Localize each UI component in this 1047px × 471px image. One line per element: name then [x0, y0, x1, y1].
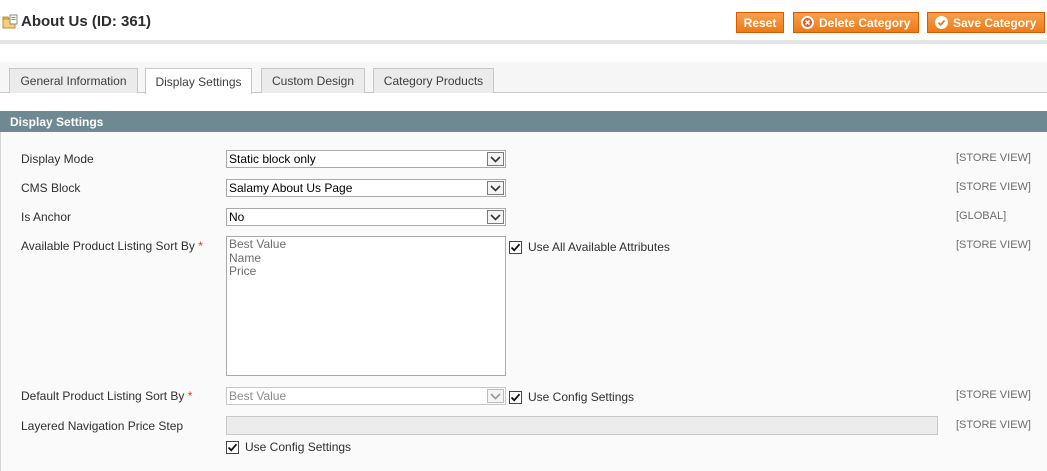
delete-button-label: Delete Category [819, 15, 911, 30]
default-sort-by-label-text: Default Product Listing Sort By [21, 389, 185, 403]
default-sort-use-config-label: Use Config Settings [528, 390, 635, 404]
section-title: Display Settings [10, 114, 104, 129]
price-step-use-config-checkbox[interactable]: Use Config Settings [226, 440, 351, 454]
price-step-label: Layered Navigation Price Step [21, 419, 184, 433]
required-mark: * [198, 239, 203, 253]
available-sort-by-label-text: Available Product Listing Sort By [21, 239, 195, 253]
is-anchor-scope: [GLOBAL] [956, 210, 1007, 222]
reset-button[interactable]: Reset [736, 12, 784, 33]
folder-icon [2, 14, 18, 30]
display-mode-value: Static block only [229, 152, 316, 166]
tab-custom-design[interactable]: Custom Design [261, 68, 365, 93]
cms-block-select[interactable]: Salamy About Us Page [226, 179, 506, 197]
price-step-input[interactable] [226, 416, 938, 435]
default-sort-by-scope: [STORE VIEW] [956, 389, 1031, 401]
tab-category-products[interactable]: Category Products [373, 68, 494, 93]
available-sort-by-label: Available Product Listing Sort By * [21, 239, 203, 253]
tab-display-settings[interactable]: Display Settings [145, 68, 252, 94]
checkmark-icon[interactable] [509, 390, 522, 404]
list-item[interactable]: Name [229, 251, 503, 266]
tab-general-information[interactable]: General Information [9, 68, 138, 93]
title-wrap: About Us (ID: 361) [2, 13, 151, 30]
cms-block-scope: [STORE VIEW] [956, 181, 1031, 193]
available-sort-by-multiselect[interactable]: Best Value Name Price [226, 236, 506, 376]
chevron-down-icon [487, 389, 504, 403]
cms-block-value: Salamy About Us Page [229, 181, 353, 195]
list-item[interactable]: Price [229, 264, 503, 279]
is-anchor-value: No [229, 210, 245, 224]
save-category-button[interactable]: Save Category [927, 12, 1045, 33]
chevron-down-icon [487, 152, 504, 166]
chevron-down-icon [487, 181, 504, 195]
checkmark-icon[interactable] [226, 440, 239, 454]
display-mode-select[interactable]: Static block only [226, 150, 506, 168]
required-mark: * [187, 389, 193, 403]
default-sort-by-value: Best Value [229, 389, 287, 403]
default-sort-by-label: Default Product Listing Sort By * [21, 389, 192, 403]
tab-bar: General Information Display Settings Cus… [0, 62, 1047, 94]
display-mode-scope: [STORE VIEW] [956, 152, 1031, 164]
is-anchor-label: Is Anchor [21, 210, 72, 224]
display-mode-label: Display Mode [21, 152, 94, 166]
checkmark-icon[interactable] [509, 240, 522, 254]
cms-block-label: CMS Block [21, 181, 81, 195]
use-all-attributes-label: Use All Available Attributes [528, 240, 670, 254]
reset-button-label: Reset [743, 15, 777, 30]
is-anchor-select[interactable]: No [226, 208, 506, 226]
page-header: About Us (ID: 361) Reset Delete Category… [0, 0, 1047, 44]
default-sort-by-select[interactable]: Best Value [226, 387, 506, 405]
use-all-attributes-checkbox[interactable]: Use All Available Attributes [509, 240, 670, 254]
delete-icon [801, 16, 814, 29]
available-sort-by-scope: [STORE VIEW] [956, 239, 1031, 251]
section-header: Display Settings [0, 111, 1047, 132]
default-sort-use-config-checkbox[interactable]: Use Config Settings [509, 390, 634, 404]
chevron-down-icon [487, 210, 504, 224]
delete-category-button[interactable]: Delete Category [793, 12, 919, 33]
check-icon [935, 16, 948, 29]
price-step-use-config-label: Use Config Settings [245, 440, 352, 454]
save-button-label: Save Category [953, 15, 1037, 30]
list-item[interactable]: Best Value [229, 237, 503, 252]
page-title: About Us (ID: 361) [21, 13, 152, 30]
price-step-scope: [STORE VIEW] [956, 419, 1031, 431]
